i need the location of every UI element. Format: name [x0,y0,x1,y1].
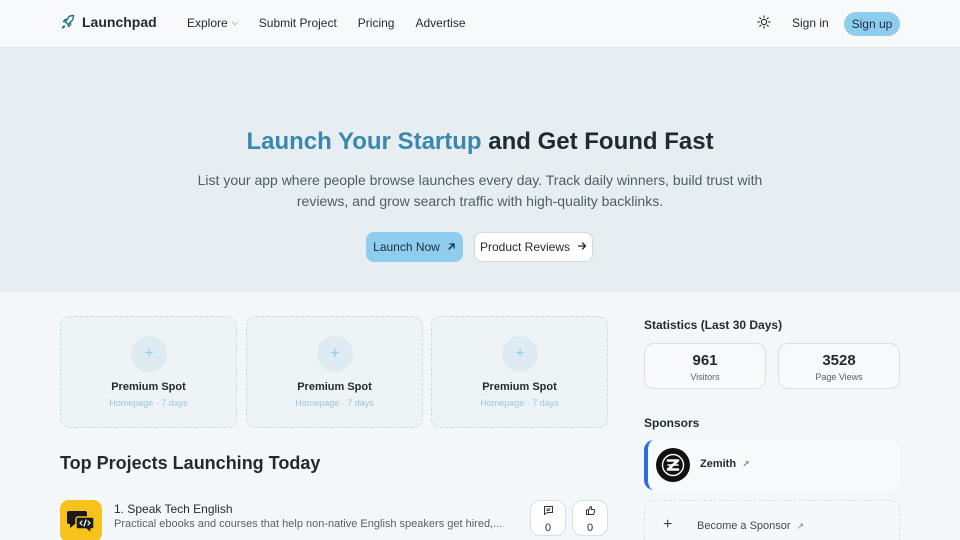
comment-icon [543,503,554,521]
rocket-icon [60,14,76,30]
hero-title: Launch Your Startup and Get Found Fast [0,128,960,156]
become-sponsor-label: Become a Sponsor [697,520,791,532]
plus-icon: + [131,336,167,372]
nav-explore-label: Explore [187,16,228,30]
top-projects-title: Top Projects Launching Today [60,453,321,473]
hero-subtitle: List your app where people browse launch… [197,172,763,209]
nav-advertise-label: Advertise [415,16,466,30]
project-name[interactable]: 1. Speak Tech English [114,502,233,516]
comment-button[interactable]: 0 [530,500,566,536]
launch-now-label: Launch Now [373,240,440,254]
sign-up-button[interactable]: Sign up [844,12,900,36]
premium-spot-card[interactable]: + Premium Spot Homepage · 7 days [60,316,237,428]
page-views-value: 3528 [822,352,856,369]
nav-advertise[interactable]: Advertise [415,16,465,30]
plus-icon: + [663,516,673,533]
project-description: Practical ebooks and courses that help n… [114,518,503,530]
upvote-button[interactable]: 0 [572,500,608,536]
premium-spot-subtitle: Homepage · 7 days [480,398,559,408]
plus-icon: + [317,336,353,372]
chat-code-icon [67,511,95,534]
visitors-value: 961 [692,352,718,369]
hero-title-rest: and Get Found Fast [481,128,714,155]
sponsor-name-label: Zemith [700,458,737,470]
nav-submit-project-label: Submit Project [258,16,337,30]
nav-submit-project[interactable]: Submit Project [259,16,337,30]
arrow-up-right-icon: ↗ [796,520,805,531]
sponsor-card-zemith[interactable]: Zemith ↗ [644,440,900,490]
premium-spot-card[interactable]: + Premium Spot Homepage · 7 days [431,316,608,428]
product-reviews-label: Product Reviews [479,240,571,254]
brand-logo[interactable]: Launchpad [60,14,157,30]
brand-name: Launchpad [82,14,157,30]
hero-title-accent: Launch Your Startup [246,128,482,155]
become-sponsor-text: Become a Sponsor ↗ [697,520,804,532]
visitors-stat-card: 961 Visitors [644,343,766,389]
sponsor-name: Zemith ↗ [700,458,750,470]
become-sponsor-card[interactable]: + Become a Sponsor ↗ [644,500,900,540]
zemith-logo [656,448,690,482]
main-nav: Explore ⌵ Submit Project Pricing Adverti… [187,16,466,30]
theme-toggle-button[interactable] [754,14,774,34]
statistics-title: Statistics (Last 30 Days) [644,318,783,332]
thumbs-up-icon [585,503,596,521]
chevron-down-icon: ⌵ [231,18,238,27]
sign-in-link[interactable]: Sign in [792,16,829,30]
project-logo[interactable] [60,500,102,540]
nav-pricing-label: Pricing [357,16,395,30]
sponsors-title: Sponsors [644,416,700,430]
plus-icon: + [502,336,538,372]
arrow-up-right-icon [447,240,456,254]
premium-spot-subtitle: Homepage · 7 days [109,398,188,408]
arrow-right-icon [577,240,587,254]
launch-now-button[interactable]: Launch Now [366,232,463,262]
premium-spot-title: Premium Spot [482,381,557,393]
nav-explore[interactable]: Explore ⌵ [187,16,238,30]
sun-icon [757,14,771,34]
upvote-count: 0 [586,521,594,534]
page-views-label: Page Views [815,372,863,382]
arrow-up-right-icon: ↗ [742,458,750,469]
product-reviews-button[interactable]: Product Reviews [474,232,593,262]
top-header: Launchpad Explore ⌵ Submit Project Prici… [0,0,960,48]
premium-spot-title: Premium Spot [297,381,372,393]
comment-count: 0 [544,521,552,534]
premium-spot-subtitle: Homepage · 7 days [295,398,374,408]
page-views-stat-card: 3528 Page Views [778,343,900,389]
premium-spot-card[interactable]: + Premium Spot Homepage · 7 days [246,316,423,428]
hero-section: Launch Your Startup and Get Found Fast L… [0,48,960,292]
visitors-label: Visitors [690,372,720,382]
premium-spot-title: Premium Spot [111,381,186,393]
nav-pricing[interactable]: Pricing [358,16,395,30]
